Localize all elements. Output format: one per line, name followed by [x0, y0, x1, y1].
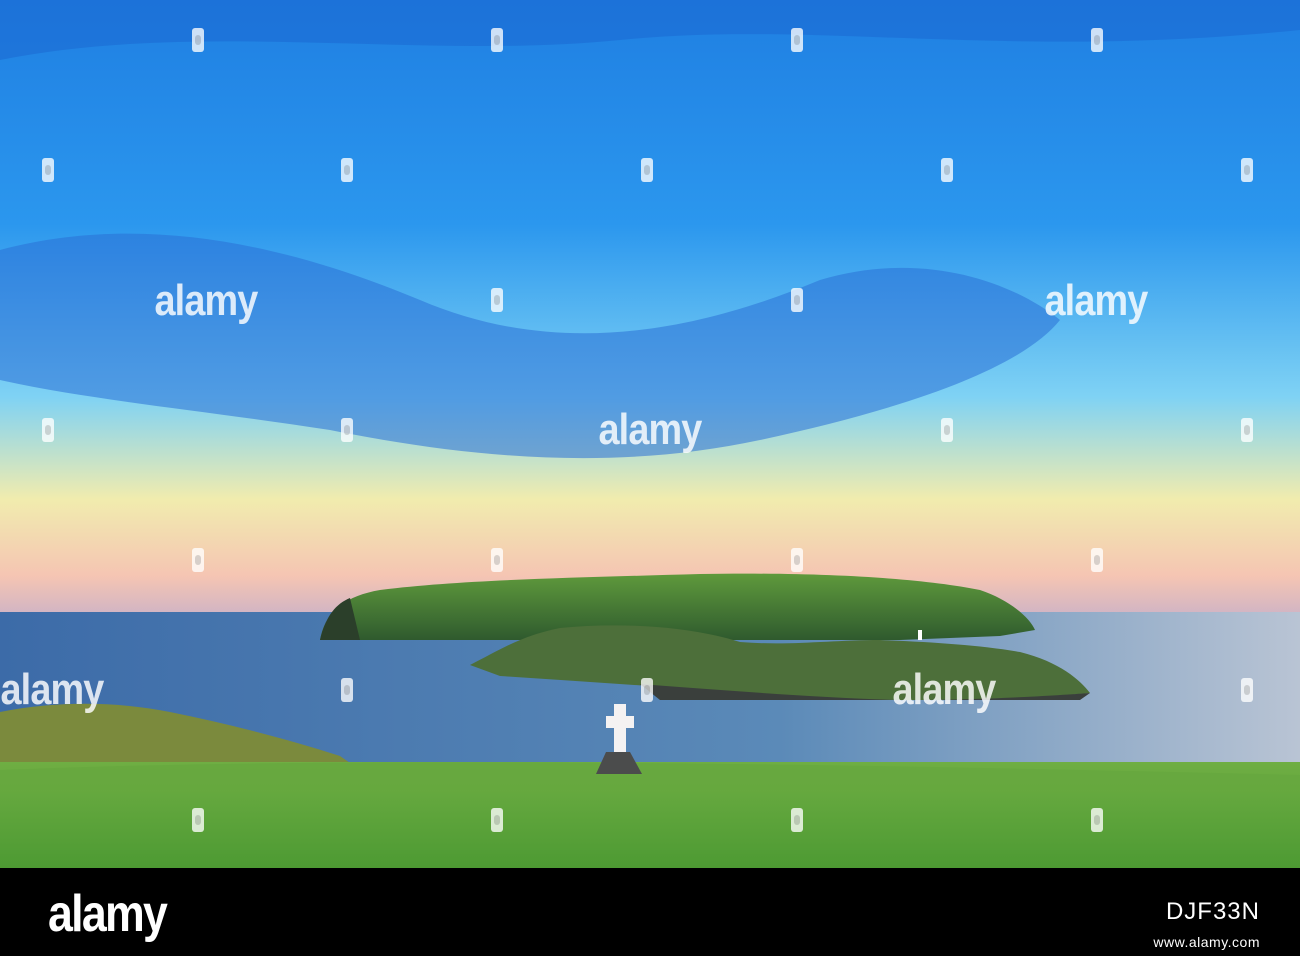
- image-id: DJF33N: [1165, 898, 1260, 925]
- stock-footer-bar: alamy DJF33N www.alamy.com: [0, 868, 1300, 956]
- alamy-logo: alamy: [48, 885, 168, 943]
- footer-url: www.alamy.com: [1153, 934, 1260, 950]
- memorial-cross-horizontal: [606, 716, 634, 728]
- photo-svg: [0, 0, 1300, 868]
- lighthouse: [918, 630, 922, 640]
- landscape-photo: [0, 0, 1300, 868]
